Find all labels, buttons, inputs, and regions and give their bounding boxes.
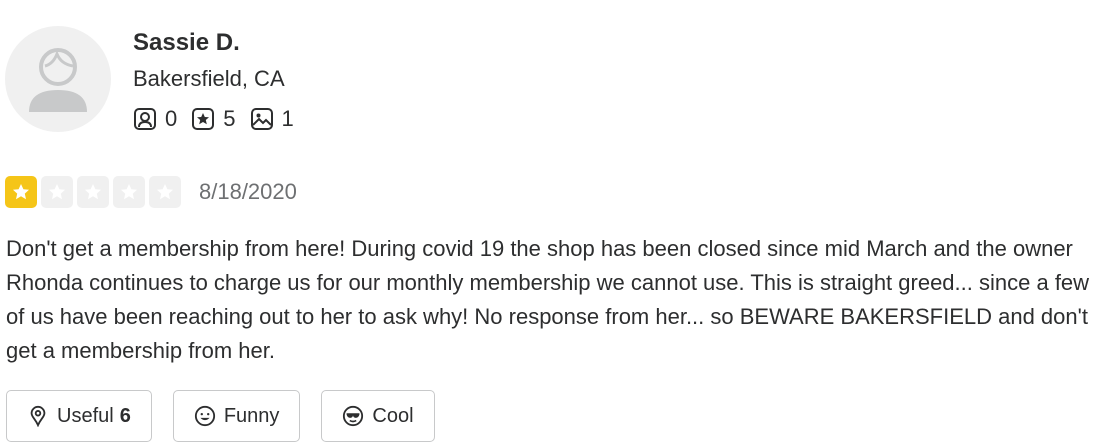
photos-count: 1: [281, 106, 294, 131]
photos-stat: 1: [250, 106, 294, 132]
cool-button[interactable]: Cool: [321, 390, 435, 442]
review-star-icon: [192, 108, 215, 130]
reviews-count: 5: [223, 106, 236, 131]
photo-icon: [250, 108, 273, 130]
cool-label: Cool: [372, 404, 414, 427]
star-empty-icon: [113, 176, 145, 208]
star-rating: [5, 176, 185, 208]
default-user-icon: [29, 48, 87, 112]
friends-icon: [134, 108, 156, 130]
reviews-stat: 5: [191, 106, 236, 132]
avatar[interactable]: [5, 26, 111, 132]
sunglasses-icon: [343, 405, 364, 427]
lightbulb-icon: [30, 405, 46, 427]
smile-icon: [194, 405, 215, 427]
star-empty-icon: [77, 176, 109, 208]
funny-button[interactable]: Funny: [172, 390, 301, 442]
reviewer-location: Bakersfield, CA: [133, 66, 285, 91]
review-date: 8/18/2020: [199, 179, 297, 204]
review-text: Don't get a membership from here! During…: [6, 236, 1090, 363]
friends-count: 0: [165, 106, 178, 131]
useful-button[interactable]: Useful 6: [6, 390, 152, 442]
star-empty-icon: [41, 176, 73, 208]
friends-stat: 0: [133, 106, 177, 132]
reviewer-name[interactable]: Sassie D.: [133, 29, 240, 57]
reaction-buttons: Useful 6 Funny Cool: [6, 390, 456, 442]
star-empty-icon: [149, 176, 181, 208]
useful-label: Useful: [57, 404, 114, 427]
useful-count: 6: [119, 404, 131, 427]
reviewer-stats: 0 5 1: [133, 106, 308, 132]
star-filled-icon: [5, 176, 37, 208]
funny-label: Funny: [223, 404, 280, 427]
rating-row: 8/18/2020: [5, 176, 297, 208]
